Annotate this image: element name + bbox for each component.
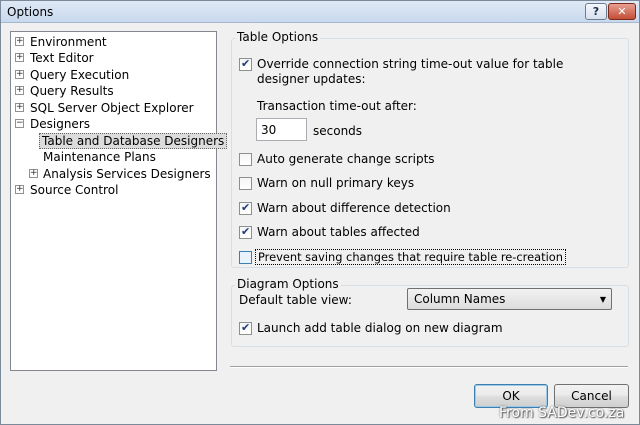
warn-null-checkbox[interactable] [239,177,252,190]
launch-add-checkbox[interactable] [239,321,252,335]
dropdown-arrow-icon: ▼ [599,295,606,304]
prevent-saving-label: Prevent saving changes that require tabl… [255,249,566,265]
timeout-label: Transaction time-out after: [257,99,417,113]
override-timeout-label-line1: Override connection string time-out valu… [257,57,564,71]
expand-icon[interactable]: + [15,185,24,194]
separator [230,366,628,368]
default-view-value: Column Names [414,292,506,306]
warn-difference-checkbox[interactable] [239,201,252,215]
tree-item-label: Table and Database Designers [39,133,228,149]
warn-tables-label: Warn about tables affected [257,225,420,239]
expand-icon[interactable]: + [15,103,24,112]
default-view-label: Default table view: [239,293,352,307]
auto-generate-checkbox[interactable] [239,153,252,166]
override-timeout-checkbox[interactable] [239,57,252,71]
warn-tables-option[interactable]: Warn about tables affected [239,225,439,240]
window-title: Options [7,5,54,19]
tree-item-label: Source Control [30,183,119,197]
help-button[interactable]: ? [585,3,607,20]
table-options-title: Table Options [235,30,321,44]
options-tree: + Environment + Text Editor + Query Exec… [10,31,228,371]
warn-tables-checkbox[interactable] [239,225,252,239]
title-bar: Options ? ✕ [1,1,639,23]
auto-generate-label: Auto generate change scripts [257,152,435,166]
warn-difference-option[interactable]: Warn about difference detection [239,201,459,216]
options-dialog: Options ? ✕ + Environment + Text Editor … [0,0,640,425]
warn-difference-label: Warn about difference detection [257,201,451,215]
launch-add-option[interactable]: Launch add table dialog on new diagram [239,321,503,336]
watermark: From SADev.co.za [499,405,625,421]
warn-null-label: Warn on null primary keys [257,176,415,190]
prevent-saving-checkbox[interactable] [239,251,252,264]
prevent-saving-option[interactable]: Prevent saving changes that require tabl… [239,249,566,265]
override-timeout-option[interactable]: Override connection string time-out valu… [239,57,563,87]
timeout-unit: seconds [313,124,363,138]
override-timeout-label-line2: designer updates: [257,72,366,86]
warn-null-option[interactable]: Warn on null primary keys [239,176,439,191]
diagram-options-title: Diagram Options [235,277,341,291]
tree-item-label: Maintenance Plans [43,150,156,164]
close-button[interactable]: ✕ [608,3,636,20]
default-view-select[interactable]: Column Names ▼ [407,288,612,310]
expand-icon[interactable]: + [15,70,24,79]
launch-add-label: Launch add table dialog on new diagram [257,321,503,335]
timeout-input[interactable] [256,118,307,141]
expand-icon[interactable]: + [29,169,38,178]
tree-item-label: Query Results [30,84,114,98]
tree-item-label: Designers [30,117,90,131]
auto-generate-option[interactable]: Auto generate change scripts [239,152,439,167]
tree-item-label: SQL Server Object Explorer [30,101,194,115]
expand-icon[interactable]: + [15,37,24,46]
tree-item-label: Analysis Services Designers [43,167,211,181]
tree-item-label: Query Execution [30,68,130,82]
collapse-icon[interactable]: − [15,119,24,128]
expand-icon[interactable]: + [15,53,24,62]
tree-item-label: Environment [30,35,107,49]
expand-icon[interactable]: + [15,86,24,95]
tree-item-label: Text Editor [30,51,94,65]
